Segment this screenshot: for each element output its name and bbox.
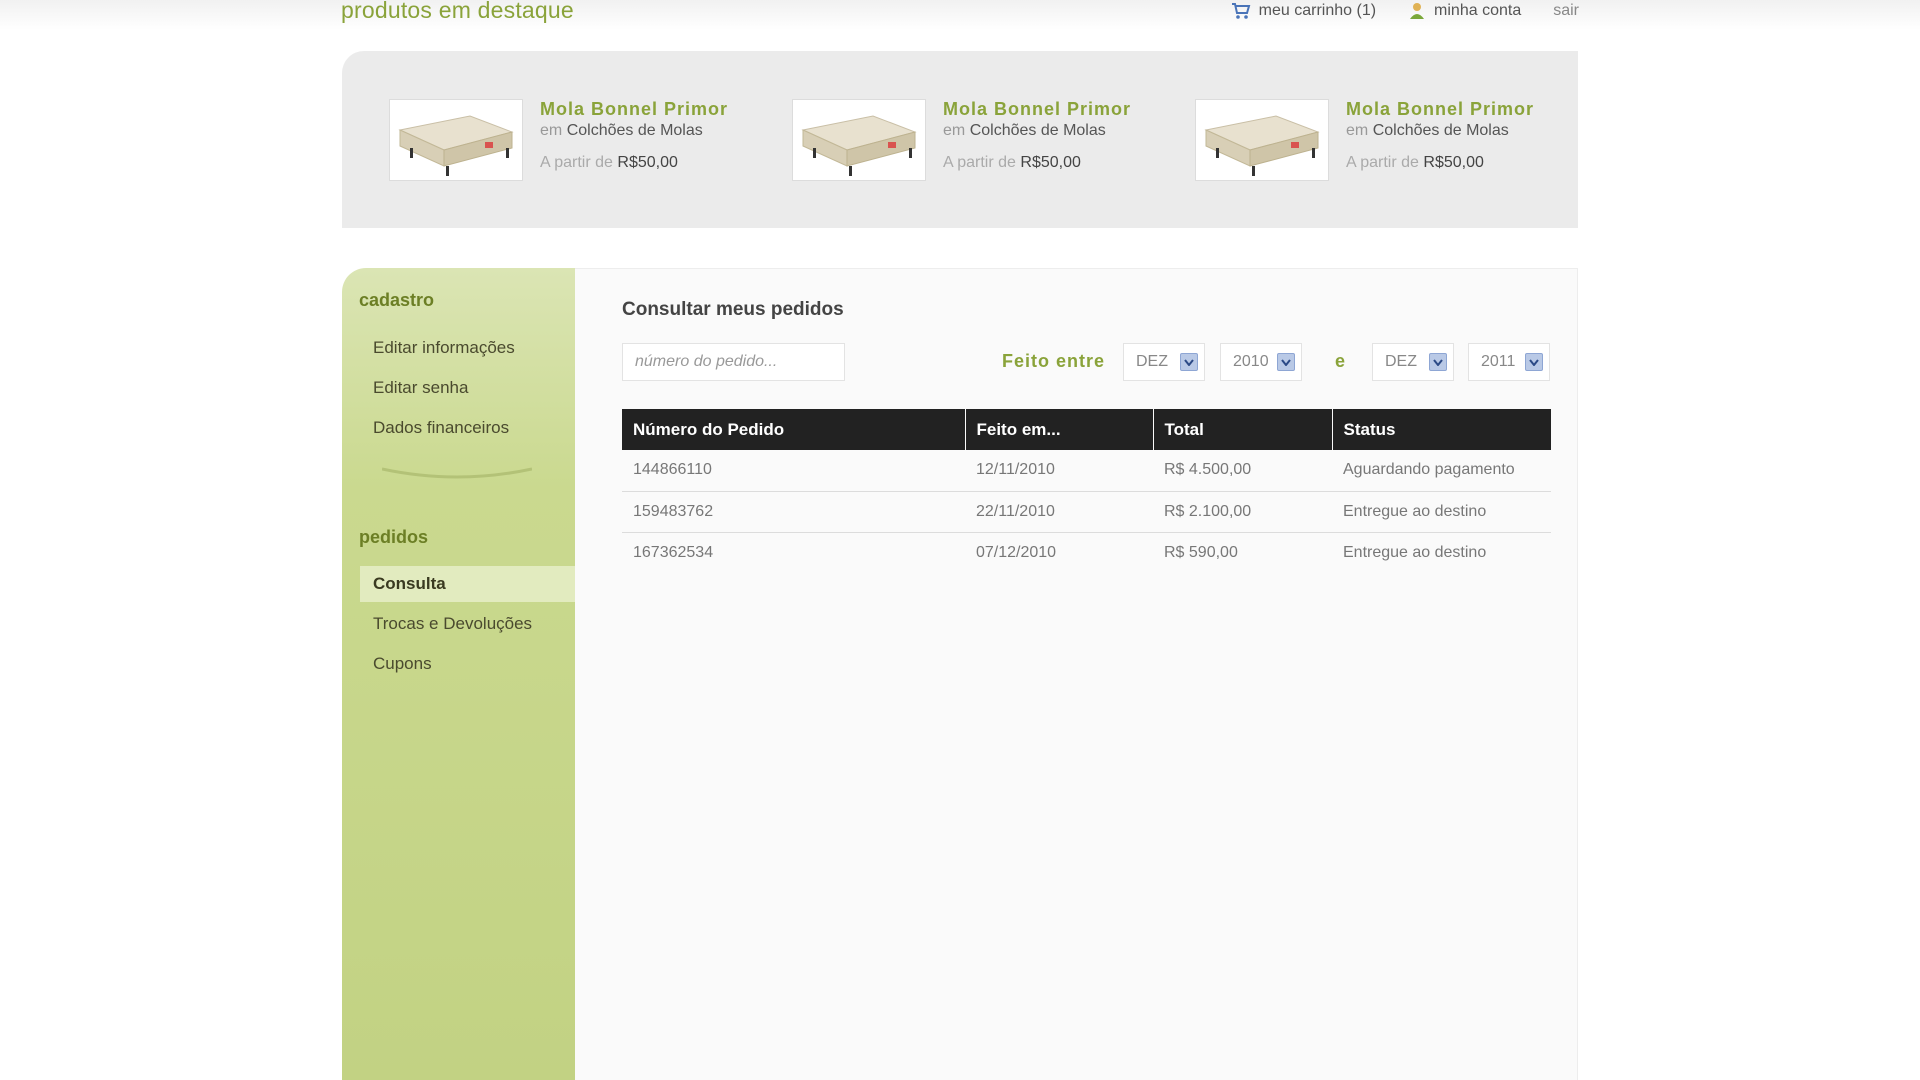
order-status-cell: Entregue ao destino xyxy=(1332,491,1551,533)
featured-product-card[interactable]: Mola Bonnel Primor em Colchões de Molas … xyxy=(389,99,769,183)
sidebar-item-coupons[interactable]: Cupons xyxy=(360,646,575,682)
dropdown-arrow-icon xyxy=(1525,353,1543,371)
order-number-cell: 159483762 xyxy=(622,491,965,533)
cart-link[interactable]: meu carrinho (1) xyxy=(1231,2,1376,20)
sidebar-item-consulta[interactable]: Consulta xyxy=(360,566,575,602)
user-icon xyxy=(1408,2,1426,20)
featured-products: Mola Bonnel Primor em Colchões de Molas … xyxy=(342,51,1578,228)
date-filter-connector: e xyxy=(1335,351,1347,371)
product-info: Mola Bonnel Primor em Colchões de Molas … xyxy=(540,99,728,172)
top-links: meu carrinho (1) minha conta sair xyxy=(1199,2,1579,20)
column-header-status[interactable]: Status xyxy=(1332,409,1551,450)
product-category: em Colchões de Molas xyxy=(943,122,1106,139)
from-year-value: 2010 xyxy=(1233,353,1269,370)
product-info: Mola Bonnel Primor em Colchões de Molas … xyxy=(943,99,1131,172)
sidebar-item-returns[interactable]: Trocas e Devoluções xyxy=(360,606,575,642)
cart-icon xyxy=(1231,2,1251,20)
product-thumbnail xyxy=(792,99,926,181)
sidebar-item-edit-password[interactable]: Editar senha xyxy=(360,370,575,406)
table-header-row: Número do Pedido Feito em... Total Statu… xyxy=(622,409,1551,450)
to-year-select[interactable]: 2011 xyxy=(1468,343,1550,381)
to-year-value: 2011 xyxy=(1481,353,1516,370)
order-number-search-input[interactable] xyxy=(622,343,845,381)
product-name[interactable]: Mola Bonnel Primor xyxy=(540,99,728,120)
product-name[interactable]: Mola Bonnel Primor xyxy=(943,99,1131,120)
product-price: A partir de R$50,00 xyxy=(943,154,1081,171)
top-bar: produtos em destaque meu carrinho (1) mi… xyxy=(0,0,1920,30)
column-header-order-number[interactable]: Número do Pedido xyxy=(622,409,966,450)
table-row[interactable]: 159483762 22/11/2010 R$ 2.100,00 Entregu… xyxy=(622,491,1551,533)
page: produtos em destaque meu carrinho (1) mi… xyxy=(0,0,1920,1080)
product-info: Mola Bonnel Primor em Colchões de Molas … xyxy=(1346,99,1534,172)
account-label: minha conta xyxy=(1434,2,1522,19)
column-header-date[interactable]: Feito em... xyxy=(965,409,1154,450)
order-number-cell: 167362534 xyxy=(633,543,714,561)
account-sidebar: cadastro Editar informações Editar senha… xyxy=(342,268,575,1080)
page-title: Consultar meus pedidos xyxy=(622,299,844,320)
logout-label: sair xyxy=(1553,2,1579,19)
order-total-cell: R$ 2.100,00 xyxy=(1153,491,1332,533)
sidebar-item-financial-data[interactable]: Dados financeiros xyxy=(360,410,575,446)
orders-panel: Consultar meus pedidos Feito entre DEZ 2… xyxy=(575,268,1578,1080)
cart-label: meu carrinho (1) xyxy=(1258,2,1377,19)
dropdown-arrow-icon xyxy=(1180,353,1198,371)
product-thumbnail xyxy=(1195,99,1329,181)
from-month-select[interactable]: DEZ xyxy=(1123,343,1205,381)
order-total-cell: R$ 590,00 xyxy=(1164,543,1238,561)
order-date-cell: 12/11/2010 xyxy=(965,450,1153,492)
featured-product-card[interactable]: Mola Bonnel Primor em Colchões de Molas … xyxy=(1195,99,1575,183)
product-category: em Colchões de Molas xyxy=(1346,122,1509,139)
orders-table: Número do Pedido Feito em... Total Statu… xyxy=(622,409,1551,573)
product-price: A partir de R$50,00 xyxy=(540,154,678,171)
table-row[interactable]: 167362534 07/12/2010 R$ 590,00 Entregue … xyxy=(622,532,1551,573)
sidebar-heading-cadastro: cadastro xyxy=(359,290,435,310)
to-month-select[interactable]: DEZ xyxy=(1372,343,1454,381)
product-name[interactable]: Mola Bonnel Primor xyxy=(1346,99,1534,120)
product-price: A partir de R$50,00 xyxy=(1346,154,1484,171)
product-category: em Colchões de Molas xyxy=(540,122,703,139)
order-status-cell: Aguardando pagamento xyxy=(1332,450,1551,492)
order-date-cell: 07/12/2010 xyxy=(976,543,1057,561)
order-number-cell: 144866110 xyxy=(622,450,965,492)
to-month-value: DEZ xyxy=(1385,353,1417,370)
order-total-cell: R$ 4.500,00 xyxy=(1153,450,1332,492)
dropdown-arrow-icon xyxy=(1277,353,1295,371)
sidebar-divider xyxy=(382,467,532,479)
order-status-cell: Entregue ao destino xyxy=(1343,543,1487,561)
account-link[interactable]: minha conta xyxy=(1408,2,1521,20)
featured-product-card[interactable]: Mola Bonnel Primor em Colchões de Molas … xyxy=(792,99,1172,183)
featured-section-title: produtos em destaque xyxy=(341,0,574,23)
product-thumbnail xyxy=(389,99,523,181)
from-year-select[interactable]: 2010 xyxy=(1220,343,1302,381)
logout-link[interactable]: sair xyxy=(1553,2,1579,20)
order-date-cell: 22/11/2010 xyxy=(965,491,1153,533)
sidebar-item-edit-info[interactable]: Editar informações xyxy=(360,330,575,366)
column-header-total[interactable]: Total xyxy=(1153,409,1333,450)
sidebar-heading-pedidos: pedidos xyxy=(359,527,429,547)
table-row[interactable]: 144866110 12/11/2010 R$ 4.500,00 Aguarda… xyxy=(622,450,1551,492)
from-month-value: DEZ xyxy=(1136,353,1168,370)
date-filter-label: Feito entre xyxy=(1002,351,1106,371)
dropdown-arrow-icon xyxy=(1429,353,1447,371)
